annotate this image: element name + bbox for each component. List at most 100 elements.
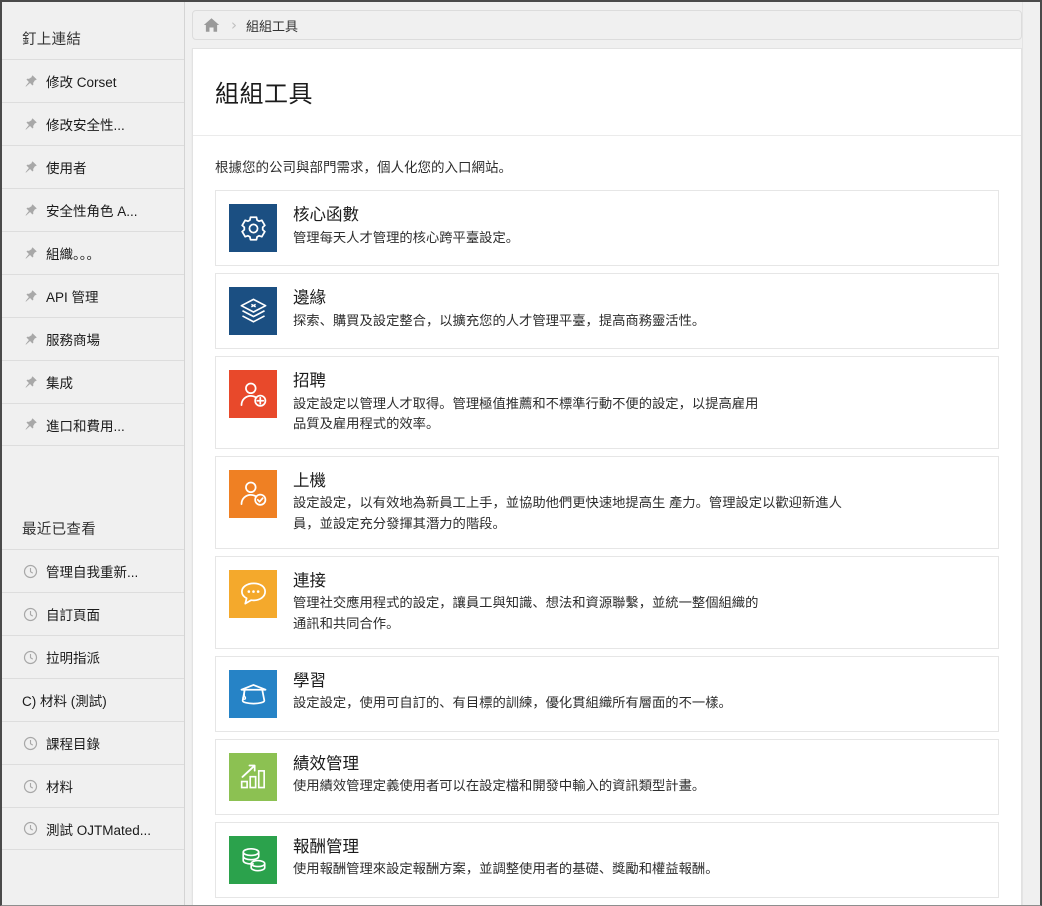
breadcrumb-current[interactable]: 組組工具: [246, 16, 298, 35]
tile-title: 核心函數: [293, 206, 359, 224]
tile-description: 管理社交應用程式的設定，讓員工與知識、想法和資源聯繫，並統一整個組織的通訊和共同…: [293, 595, 759, 631]
sidebar-item-pinned-8[interactable]: 進口和費用...: [2, 403, 184, 446]
pinned-links-list: 修改 Corset 修改安全性... 使用者 安全性角色 A... 組織。。。 …: [2, 59, 184, 446]
recently-viewed-heading: 最近已查看: [22, 522, 96, 538]
pin-icon: [22, 417, 38, 433]
sidebar-item-recent-6[interactable]: 測試 OJTMated...: [2, 807, 184, 850]
sidebar-item-label: 拉明指派: [46, 651, 100, 666]
recently-viewed-list: 管理自我重新... 自訂頁面 拉明指派 C) 材料 (測試) 課程目錄 材料 測…: [2, 549, 184, 850]
sidebar-item-pinned-4[interactable]: 組織。。。: [2, 231, 184, 274]
sidebar-item-recent-5[interactable]: 材料: [2, 764, 184, 807]
sidebar-item-label: 自訂頁面: [46, 608, 100, 623]
tile-title: 招聘: [293, 372, 326, 390]
sidebar-item-pinned-7[interactable]: 集成: [2, 360, 184, 403]
content-card: 組組工具 根據您的公司與部門需求，個人化您的入口網站。 核心函數 管理每天人才管…: [192, 48, 1022, 905]
tile-body: 邊緣 探索、購買及設定整合，以擴充您的人才管理平臺，提高商務靈活性。: [293, 287, 705, 331]
app-window: 釘上連結 修改 Corset 修改安全性... 使用者 安全性角色 A... 組…: [0, 0, 1042, 906]
tool-tile-list: 核心函數 管理每天人才管理的核心跨平臺設定。 邊緣 探索、購買及設定整合，以擴充…: [193, 176, 1021, 898]
sidebar-item-pinned-1[interactable]: 修改安全性...: [2, 102, 184, 145]
bar-chart-icon: [240, 764, 265, 789]
pin-icon: [22, 331, 38, 347]
sidebar-item-recent-2[interactable]: 拉明指派: [2, 635, 184, 678]
tool-tile-edge[interactable]: 邊緣 探索、購買及設定整合，以擴充您的人才管理平臺，提高商務靈活性。: [215, 273, 999, 349]
tile-body: 上機 設定設定，以有效地為新員工上手，並協助他們更快速地提高生 產力。管理設定以…: [293, 470, 853, 535]
tile-icon-swatch: [229, 204, 277, 252]
tile-title: 報酬管理: [293, 837, 359, 856]
coins-icon: [241, 848, 266, 872]
layers-icon: [240, 298, 266, 323]
sidebar-item-label: 管理自我重新...: [46, 565, 139, 580]
sidebar-item-pinned-5[interactable]: API 管理: [2, 274, 184, 317]
person-add-icon: [240, 382, 266, 407]
tile-body: 連接 管理社交應用程式的設定，讓員工與知識、想法和資源聯繫，並統一整個組織的通訊…: [293, 570, 763, 635]
chat-icon: [240, 582, 266, 605]
tile-title: 連接: [293, 571, 326, 590]
graduation-cap-icon: [240, 684, 266, 705]
pin-icon: [22, 116, 38, 132]
tool-tile-compensation-management[interactable]: 報酬管理 使用報酬管理來設定報酬方案，並調整使用者的基礎、獎勵和權益報酬。: [215, 821, 999, 898]
scrollbar-gutter[interactable]: [1022, 2, 1040, 905]
tile-icon-swatch: [229, 835, 277, 884]
home-icon[interactable]: [203, 17, 220, 33]
sidebar-item-label: 使用者: [46, 161, 87, 176]
tile-description: 探索、購買及設定整合，以擴充您的人才管理平臺，提高商務靈活性。: [293, 312, 706, 328]
sidebar-item-label: 安全性角色 A...: [46, 204, 138, 219]
tile-icon-swatch: [229, 569, 277, 618]
clock-icon: [22, 563, 38, 579]
sidebar-item-pinned-3[interactable]: 安全性角色 A...: [2, 188, 184, 231]
tile-title: 上機: [293, 471, 326, 490]
sidebar: 釘上連結 修改 Corset 修改安全性... 使用者 安全性角色 A... 組…: [2, 2, 185, 905]
sidebar-item-label: 修改 Corset: [46, 75, 117, 90]
tile-description: 使用績效管理定義使用者可以在設定檔和開發中輸入的資訊類型計畫。: [293, 778, 706, 794]
sidebar-item-label: 修改安全性...: [46, 118, 125, 133]
sidebar-item-recent-4[interactable]: 課程目錄: [2, 721, 184, 764]
clock-icon: [22, 606, 38, 622]
pin-icon: [22, 73, 38, 89]
tool-tile-recruiting[interactable]: 招聘 設定設定以管理人才取得。管理極值推薦和不標準行動不便的設定，以提高雇用品質…: [215, 356, 999, 449]
tool-tile-learning[interactable]: 學習 設定設定，使用可自訂的、有目標的訓練，優化貫組織所有層面的不一樣。: [215, 655, 999, 732]
clock-icon: [22, 778, 38, 794]
sidebar-item-pinned-2[interactable]: 使用者: [2, 145, 184, 188]
tile-icon-swatch: [229, 370, 277, 418]
sidebar-item-recent-0[interactable]: 管理自我重新...: [2, 549, 184, 592]
breadcrumb-separator-icon: ›: [231, 16, 237, 34]
tile-body: 學習 設定設定，使用可自訂的、有目標的訓練，優化貫組織所有層面的不一樣。: [293, 670, 732, 714]
pin-icon: [22, 202, 38, 218]
sidebar-item-label: 服務商場: [46, 333, 100, 348]
breadcrumb: › 組組工具: [192, 10, 1022, 40]
tile-icon-swatch: [229, 287, 277, 335]
tool-tile-core-functions[interactable]: 核心函數 管理每天人才管理的核心跨平臺設定。: [215, 190, 999, 266]
tile-description: 設定設定，以有效地為新員工上手，並協助他們更快速地提高生 產力。管理設定以歡迎新…: [293, 495, 842, 532]
pin-icon: [22, 374, 38, 390]
sidebar-item-label: 集成: [46, 376, 73, 391]
pinned-links-heading: 釘上連結: [22, 32, 82, 48]
sidebar-item-label: C) 材料 (測試): [22, 694, 107, 709]
tile-body: 績效管理 使用績效管理定義使用者可以在設定檔和開發中輸入的資訊類型計畫。: [293, 753, 705, 797]
person-check-icon: [240, 481, 266, 507]
sidebar-item-pinned-0[interactable]: 修改 Corset: [2, 59, 184, 102]
tile-description: 使用報酬管理來設定報酬方案，並調整使用者的基礎、獎勵和權益報酬。: [293, 861, 719, 877]
tile-description: 管理每天人才管理的核心跨平臺設定。: [293, 229, 520, 245]
tool-tile-performance-management[interactable]: 績效管理 使用績效管理定義使用者可以在設定檔和開發中輸入的資訊類型計畫。: [215, 738, 999, 815]
clock-icon: [22, 735, 38, 751]
sidebar-item-pinned-6[interactable]: 服務商場: [2, 317, 184, 360]
sidebar-item-recent-3[interactable]: C) 材料 (測試): [2, 678, 184, 721]
tile-title: 邊緣: [293, 289, 326, 307]
clock-icon: [22, 649, 38, 665]
clock-icon: [22, 821, 38, 837]
pin-icon: [22, 288, 38, 304]
tile-icon-swatch: [229, 469, 277, 518]
page-title: 組組工具: [215, 81, 313, 108]
tile-body: 招聘 設定設定以管理人才取得。管理極值推薦和不標準行動不便的設定，以提高雇用品質…: [293, 370, 763, 435]
tile-title: 績效管理: [293, 754, 359, 773]
page-subtitle: 根據您的公司與部門需求，個人化您的入口網站。: [215, 160, 512, 175]
tool-tile-onboarding[interactable]: 上機 設定設定，以有效地為新員工上手，並協助他們更快速地提高生 產力。管理設定以…: [215, 455, 999, 549]
tile-title: 學習: [293, 671, 326, 690]
tile-body: 核心函數 管理每天人才管理的核心跨平臺設定。: [293, 204, 519, 248]
sidebar-item-recent-1[interactable]: 自訂頁面: [2, 592, 184, 635]
sidebar-item-label: 測試 OJTMated...: [46, 822, 152, 838]
tile-body: 報酬管理 使用報酬管理來設定報酬方案，並調整使用者的基礎、獎勵和權益報酬。: [293, 836, 719, 880]
sidebar-item-label: 組織。。。: [46, 247, 100, 262]
tool-tile-connect[interactable]: 連接 管理社交應用程式的設定，讓員工與知識、想法和資源聯繫，並統一整個組織的通訊…: [215, 555, 999, 649]
